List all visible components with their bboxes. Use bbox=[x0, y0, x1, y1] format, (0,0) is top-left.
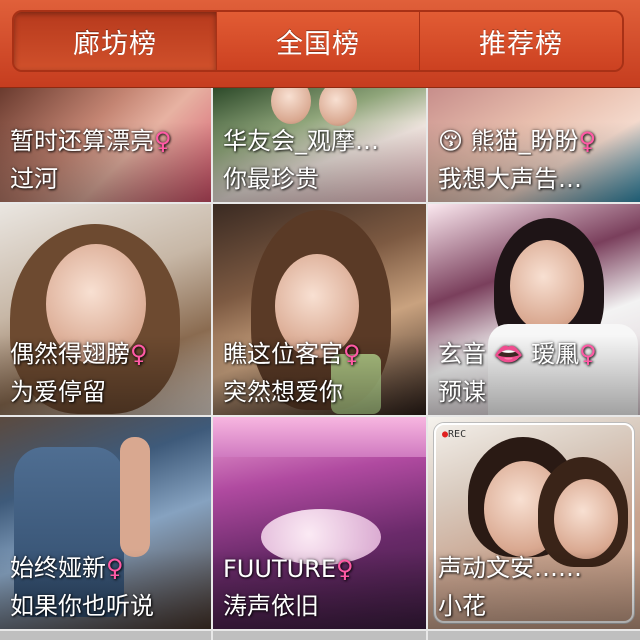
user-status-text: 预谋 bbox=[438, 378, 486, 406]
female-icon: ♀ bbox=[343, 340, 361, 368]
user-status-text: 你最珍贵 bbox=[223, 165, 319, 193]
female-icon: ♀ bbox=[336, 555, 354, 583]
top-bar: 廊坊榜 全国榜 推荐榜 bbox=[0, 0, 640, 88]
user-card[interactable]: 暂时还算漂亮♀ 过河 bbox=[0, 88, 211, 202]
tab-national-ranking[interactable]: 全国榜 bbox=[216, 12, 419, 70]
user-name: 玄音 👄 瑷凲 bbox=[438, 340, 580, 368]
next-row-partial bbox=[213, 631, 426, 640]
user-status-text: 小花 bbox=[438, 592, 486, 620]
female-icon: ♀ bbox=[579, 340, 597, 368]
user-photo-grid: 暂时还算漂亮♀ 过河 华友会_观摩… 你最珍贵 😚 熊猫_盼盼♀ 我想大声告… … bbox=[0, 88, 640, 640]
user-name: FUUTURE bbox=[223, 555, 337, 583]
tab-langfang-ranking[interactable]: 廊坊榜 bbox=[14, 12, 216, 70]
user-name: 😚 熊猫_盼盼 bbox=[438, 127, 579, 155]
female-icon: ♀ bbox=[106, 554, 124, 582]
user-card[interactable]: FUUTURE♀ 涛声依旧 bbox=[213, 417, 426, 629]
user-status-text: 突然想爱你 bbox=[223, 378, 343, 406]
user-card[interactable]: ●REC 声动文安…… 小花 bbox=[428, 417, 640, 629]
user-status-text: 为爱停留 bbox=[10, 378, 106, 406]
female-icon: ♀ bbox=[130, 340, 148, 368]
user-name: 偶然得翅膀 bbox=[10, 340, 130, 368]
user-card[interactable]: 瞧这位客官♀ 突然想爱你 bbox=[213, 204, 426, 415]
tab-recommended-ranking[interactable]: 推荐榜 bbox=[419, 12, 622, 70]
user-card[interactable]: 始终娅新♀ 如果你也听说 bbox=[0, 417, 211, 629]
user-name: 暂时还算漂亮 bbox=[10, 127, 154, 155]
female-icon: ♀ bbox=[154, 127, 172, 155]
female-icon: ♀ bbox=[578, 127, 597, 155]
user-card[interactable]: 😚 熊猫_盼盼♀ 我想大声告… bbox=[428, 88, 640, 202]
user-name: 声动文安…… bbox=[438, 554, 582, 582]
next-row-partial bbox=[0, 631, 211, 640]
ranking-tab-bar: 廊坊榜 全国榜 推荐榜 bbox=[12, 10, 624, 72]
user-status-text: 如果你也听说 bbox=[10, 592, 154, 620]
user-status-text: 涛声依旧 bbox=[223, 592, 319, 620]
user-name: 华友会_观摩… bbox=[223, 127, 379, 155]
user-card[interactable]: 玄音 👄 瑷凲♀ 预谋 bbox=[428, 204, 640, 415]
user-name: 始终娅新 bbox=[10, 554, 106, 582]
user-name: 瞧这位客官 bbox=[223, 340, 343, 368]
user-card[interactable]: 华友会_观摩… 你最珍贵 bbox=[213, 88, 426, 202]
user-card[interactable]: 偶然得翅膀♀ 为爱停留 bbox=[0, 204, 211, 415]
user-status-text: 我想大声告… bbox=[438, 165, 582, 193]
rec-indicator: ●REC bbox=[442, 429, 467, 440]
next-row-partial bbox=[428, 631, 640, 640]
user-status-text: 过河 bbox=[10, 165, 58, 193]
